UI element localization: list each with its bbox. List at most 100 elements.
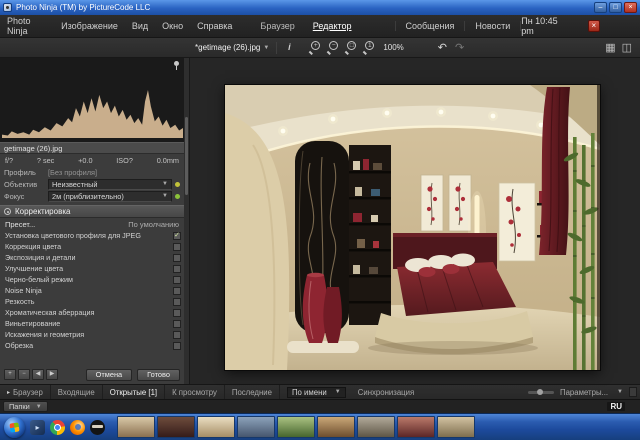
menu-help[interactable]: Справка	[190, 21, 239, 31]
taskbar-thumbnail[interactable]	[277, 416, 315, 438]
preset-row[interactable]: Пресет... По умолчанию	[0, 218, 184, 230]
checkbox[interactable]	[173, 276, 181, 284]
bottom-tab-open[interactable]: Открытые [1]	[103, 385, 165, 399]
checkbox[interactable]	[173, 320, 181, 328]
checkbox[interactable]	[173, 342, 181, 350]
checkbox[interactable]	[173, 298, 181, 306]
checkbox[interactable]: ✓	[173, 232, 181, 240]
split-layout-icon[interactable]: ◫	[622, 42, 632, 54]
adjustment-row-color-correction[interactable]: Коррекция цвета	[0, 241, 184, 252]
cancel-button[interactable]: Отмена	[86, 369, 133, 381]
adjustment-row-noise-ninja[interactable]: Noise Ninja	[0, 285, 184, 296]
adjustment-row-crop[interactable]: Обрезка	[0, 340, 184, 351]
sync-button[interactable]: Синхронизация	[358, 388, 414, 397]
zoom-actual-icon[interactable]: 1	[362, 41, 375, 54]
taskbar-thumbnail[interactable]	[157, 416, 195, 438]
chevron-down-icon[interactable]: ▼	[617, 389, 623, 395]
media-player-icon[interactable]: ▸	[30, 420, 45, 435]
checkbox[interactable]	[173, 265, 181, 273]
chevron-down-icon: ▼	[335, 389, 341, 395]
titlebar[interactable]: Photo Ninja (TM) by PictureCode LLC – □ …	[0, 0, 640, 15]
checkbox[interactable]	[173, 331, 181, 339]
checkbox[interactable]	[173, 243, 181, 251]
tab-editor[interactable]: Редактор	[304, 21, 361, 31]
taskbar-thumbnail[interactable]	[357, 416, 395, 438]
menu-photo-ninja[interactable]: Photo Ninja	[0, 16, 54, 36]
taskbar-thumbnail[interactable]	[197, 416, 235, 438]
taskbar-thumbnail[interactable]	[317, 416, 355, 438]
adjustment-row-vignetting[interactable]: Виньетирование	[0, 318, 184, 329]
remove-icon[interactable]: −	[18, 369, 30, 380]
zoom-fit-icon[interactable]: □	[344, 41, 357, 54]
menu-image[interactable]: Изображение	[54, 21, 125, 31]
checkbox[interactable]	[173, 309, 181, 317]
preset-label: Пресет...	[5, 220, 35, 229]
bottom-tab-inbox[interactable]: Входящие	[51, 385, 103, 399]
adjustment-row-color-enhance[interactable]: Улучшение цвета	[0, 263, 184, 274]
adjustments-header[interactable]: Корректировка	[0, 205, 184, 218]
bottom-tab-label: К просмотру	[172, 388, 217, 397]
adjustment-row-bw[interactable]: Черно-белый режим	[0, 274, 184, 285]
zoom-out-icon[interactable]: −	[326, 41, 339, 54]
chrome-icon[interactable]	[50, 420, 65, 435]
folders-button[interactable]: Папки ▼	[3, 401, 48, 412]
taskbar-thumbnail[interactable]	[237, 416, 275, 438]
focus-label: Фокус	[4, 192, 48, 201]
next-icon[interactable]: ▶	[46, 369, 58, 380]
clock: Пн 10:45 pm	[521, 16, 565, 36]
prev-icon[interactable]: ◀	[32, 369, 44, 380]
menu-window[interactable]: Окно	[155, 21, 190, 31]
checkbox[interactable]	[173, 254, 181, 262]
info-icon[interactable]: i	[284, 42, 294, 54]
zoom-level[interactable]: 100%	[383, 43, 403, 52]
menu-view[interactable]: Вид	[125, 21, 155, 31]
grid-layout-icon[interactable]: ▦	[605, 42, 615, 54]
minimize-button[interactable]: –	[594, 2, 607, 13]
adjustment-row-exposure[interactable]: Экспозиция и детали	[0, 252, 184, 263]
params-button[interactable]: Параметры...	[560, 388, 608, 397]
photo-bedroom[interactable]	[225, 85, 600, 370]
undo-icon[interactable]: ↶	[438, 42, 447, 54]
bottom-tab-label: Открытые [1]	[110, 388, 157, 397]
language-indicator[interactable]: RU	[607, 402, 625, 411]
image-canvas[interactable]	[190, 58, 640, 384]
bottom-tab-review[interactable]: К просмотру	[165, 385, 225, 399]
mode-tabs: Браузер Редактор	[251, 21, 360, 31]
thumbnail-size-slider[interactable]	[528, 391, 554, 394]
open-filename[interactable]: *getimage (26).jpg	[195, 43, 260, 52]
lens-dropdown[interactable]: Неизвестный ▼	[48, 179, 172, 190]
bottom-tab-recent[interactable]: Последние	[225, 385, 280, 399]
start-button[interactable]	[4, 417, 25, 438]
menubar-close-button[interactable]: ×	[588, 20, 600, 32]
sort-dropdown[interactable]: По имени ▼	[287, 387, 346, 398]
adjustment-row-chromatic-aberration[interactable]: Хроматическая аберрация	[0, 307, 184, 318]
add-icon[interactable]: +	[4, 369, 16, 380]
resize-grip[interactable]	[629, 387, 637, 397]
taskbar-thumbnail[interactable]	[117, 416, 155, 438]
close-button[interactable]: ×	[624, 2, 637, 13]
menu-messages[interactable]: Сообщения	[395, 21, 465, 31]
firefox-icon[interactable]	[70, 420, 85, 435]
checkbox[interactable]	[173, 287, 181, 295]
lens-status-led	[175, 182, 180, 187]
photo-ninja-icon[interactable]	[90, 420, 105, 435]
bottom-tab-browser[interactable]: ▸ Браузер	[0, 385, 51, 399]
bottom-bar-right: Параметры... ▼	[528, 387, 640, 397]
adjustment-row-sharpen[interactable]: Резкость	[0, 296, 184, 307]
taskbar-thumbnail[interactable]	[397, 416, 435, 438]
filename-caret-icon[interactable]: ▼	[263, 45, 269, 51]
panel-scrollbar[interactable]	[184, 58, 189, 384]
done-button[interactable]: Готово	[137, 369, 180, 381]
menu-news[interactable]: Новости	[464, 21, 521, 31]
tab-browser[interactable]: Браузер	[251, 21, 303, 31]
maximize-button[interactable]: □	[609, 2, 622, 13]
folders-strip: Папки ▼ RU	[0, 399, 640, 413]
pin-icon[interactable]	[174, 61, 179, 66]
adjustment-row-distortion[interactable]: Искажения и геометрия	[0, 329, 184, 340]
adjustment-label: Резкость	[5, 297, 34, 306]
zoom-in-icon[interactable]: +	[308, 41, 321, 54]
adjustment-row-jpeg-profile[interactable]: Установка цветового профиля для JPEG ✓	[0, 230, 184, 241]
redo-icon[interactable]: ↷	[455, 42, 464, 54]
taskbar-thumbnail[interactable]	[437, 416, 475, 438]
focus-dropdown[interactable]: 2м (приблизительно) ▼	[48, 191, 172, 202]
